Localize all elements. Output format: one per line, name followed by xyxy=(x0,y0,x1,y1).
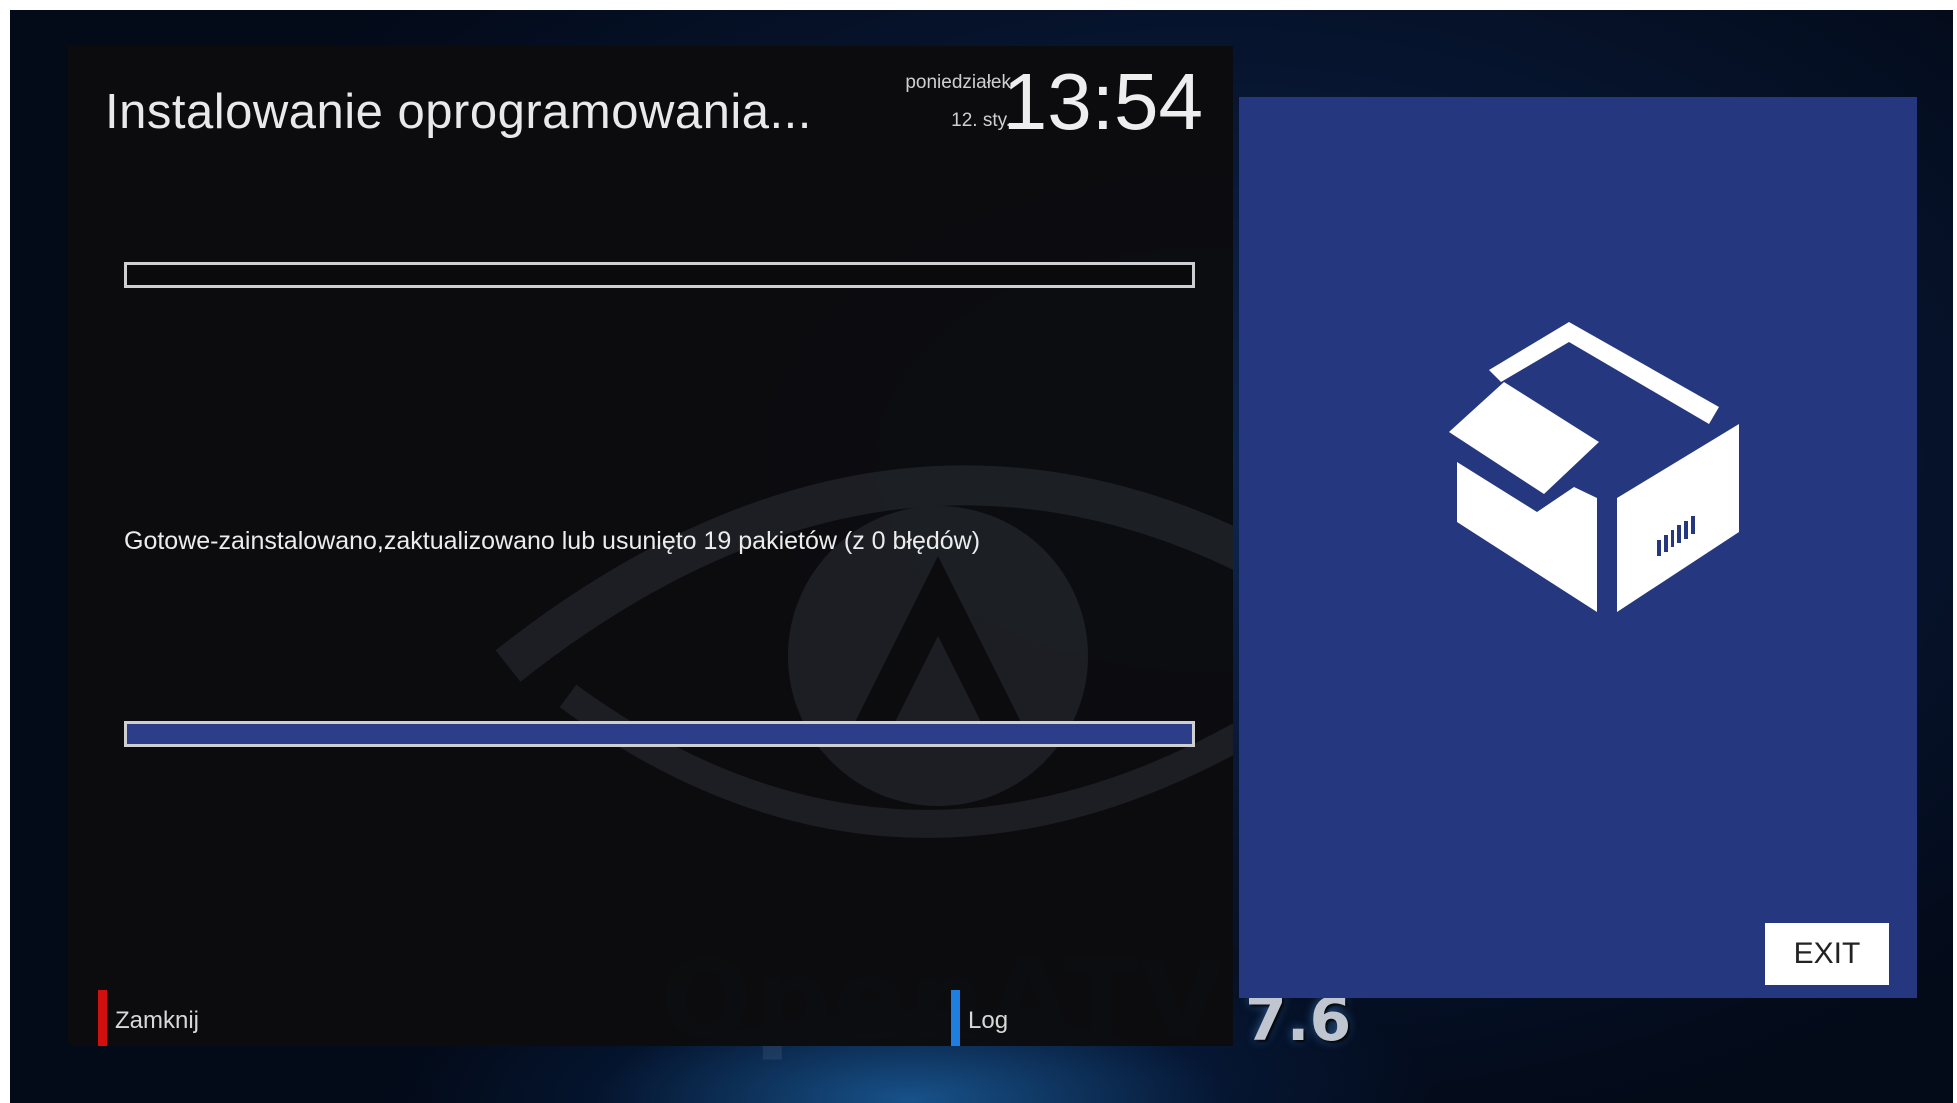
blue-key-indicator xyxy=(951,990,960,1046)
screen-title: Instalowanie oprogramowania... xyxy=(105,85,812,139)
weekday-label: poniedziałek xyxy=(905,72,1011,93)
red-key-indicator xyxy=(98,990,107,1046)
openatv-eye-watermark-icon xyxy=(495,465,1233,838)
info-panel: EXIT xyxy=(1239,97,1917,998)
log-label: Log xyxy=(968,1007,1009,1034)
status-message: Gotowe-zainstalowano,zaktualizowano lub … xyxy=(124,527,981,555)
package-box-icon xyxy=(1449,322,1739,612)
overall-progress-bar xyxy=(124,721,1195,747)
exit-button[interactable]: EXIT xyxy=(1765,923,1889,985)
overall-progress-fill xyxy=(127,724,1192,744)
installer-panel: Instalowanie oprogramowania... poniedzia… xyxy=(68,46,1233,1046)
red-close-button[interactable]: Zamknij xyxy=(98,990,199,1046)
package-progress-bar xyxy=(124,262,1195,288)
clock: 13:54 xyxy=(1002,57,1203,146)
blue-log-button[interactable]: Log xyxy=(951,990,1008,1046)
tv-screen: OpenATV 7.6 Instalowanie oprogramowania.… xyxy=(10,10,1953,1103)
close-label: Zamknij xyxy=(115,1007,200,1034)
